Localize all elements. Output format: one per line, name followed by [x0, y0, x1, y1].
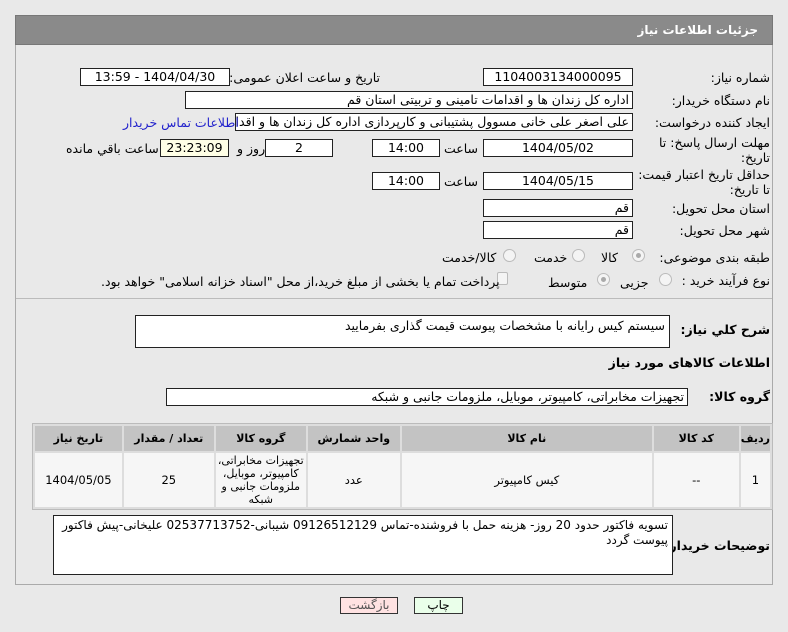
deadline-date-field: 1404/05/02 — [483, 139, 633, 157]
table-row: 1 -- کیس کامپیوتر عدد تجهیزات مخابراتی، … — [35, 453, 770, 507]
cell-group: تجهیزات مخابراتی، کامپیوتر، موبایل، ملزو… — [215, 453, 306, 507]
days-remaining-field: 2 — [265, 139, 333, 157]
category-label: طبقه بندی موضوعی: — [659, 250, 770, 265]
category-goods-label: کالا — [601, 250, 618, 265]
province-label: استان محل تحویل: — [671, 201, 770, 216]
category-both-radio[interactable] — [503, 249, 516, 262]
print-button[interactable]: چاپ — [414, 597, 463, 614]
validity-time-field: 14:00 — [372, 172, 440, 190]
goods-group-label: گروه کالا: — [709, 389, 770, 404]
goods-heading: اطلاعات کالاهای مورد نیاز — [608, 355, 770, 370]
province-field: قم — [483, 199, 633, 217]
time-remaining-field: 23:23:09 — [160, 139, 229, 157]
city-label: شهر محل تحویل: — [679, 223, 770, 238]
cell-row: 1 — [740, 453, 770, 507]
goods-group-field: تجهیزات مخابراتی، کامپیوتر، موبایل، ملزو… — [166, 388, 688, 406]
col-code: کد کالا — [653, 426, 739, 451]
process-minor-radio[interactable] — [659, 273, 672, 286]
notes-label: توضیحات خریدار: — [664, 538, 770, 553]
goods-table: ردیف کد کالا نام کالا واحد شمارش گروه کا… — [32, 423, 773, 510]
creator-field: علی اصغر علی خانی مسوول پشتیبانی و کارپر… — [235, 113, 633, 131]
validity-label: حداقل تاریخ اعتبار قیمت: تا تاریخ: — [638, 167, 770, 197]
deadline-label: مهلت ارسال پاسخ: تا تاریخ: — [659, 135, 770, 165]
col-name: نام کالا — [401, 426, 652, 451]
buyer-org-field: اداره کل زندان ها و اقدامات تامینی و ترب… — [185, 91, 633, 109]
col-row: ردیف — [740, 426, 770, 451]
process-label: نوع فرآیند خرید : — [681, 273, 770, 288]
cell-code: -- — [653, 453, 739, 507]
back-button[interactable]: بازگشت — [340, 597, 398, 614]
need-number-field: 1104003134000095 — [483, 68, 633, 86]
need-number-label: شماره نیاز: — [710, 70, 770, 85]
cell-date: 1404/05/05 — [35, 453, 122, 507]
cell-unit: عدد — [307, 453, 400, 507]
city-field: قم — [483, 221, 633, 239]
description-label: شرح کلي نياز: — [680, 322, 770, 337]
announce-label: تاریخ و ساعت اعلان عمومی: — [229, 70, 380, 85]
table-header-row: ردیف کد کالا نام کالا واحد شمارش گروه کا… — [35, 426, 770, 451]
category-both-label: کالا/خدمت — [442, 250, 497, 265]
validity-time-label: ساعت — [444, 174, 479, 189]
notes-field[interactable]: تسویه فاکتور حدود 20 روز- هزینه حمل با ف… — [53, 515, 673, 575]
cell-quantity: 25 — [123, 453, 214, 507]
col-unit: واحد شمارش — [307, 426, 400, 451]
buyer-org-label: نام دستگاه خریدار: — [671, 93, 770, 108]
divider — [16, 298, 772, 299]
deadline-time-field: 14:00 — [372, 139, 440, 157]
category-goods-radio[interactable] — [632, 249, 645, 262]
days-label: روز و — [237, 141, 266, 156]
col-quantity: تعداد / مقدار — [123, 426, 214, 451]
category-service-radio[interactable] — [572, 249, 585, 262]
process-minor-label: جزیی — [620, 275, 649, 290]
process-medium-label: متوسط — [548, 275, 588, 290]
deadline-time-label: ساعت — [444, 141, 479, 156]
buyer-contact-link[interactable]: اطلاعات تماس خریدار — [123, 115, 239, 130]
announce-field: 1404/04/30 - 13:59 — [80, 68, 230, 86]
process-medium-radio[interactable] — [597, 273, 610, 286]
creator-label: ایجاد کننده درخواست: — [654, 115, 770, 130]
col-date: تاریخ نیاز — [35, 426, 122, 451]
category-service-label: خدمت — [534, 250, 568, 265]
validity-date-field: 1404/05/15 — [483, 172, 633, 190]
col-group: گروه کالا — [215, 426, 306, 451]
treasury-note: پرداخت تمام یا بخشی از مبلغ خرید،از محل … — [101, 274, 500, 289]
description-field[interactable]: سیستم کیس رایانه با مشخصات پیوست قیمت گذ… — [135, 315, 670, 348]
page-header: جزئیات اطلاعات نیاز — [15, 15, 773, 45]
time-remaining-label: ساعت باقي مانده — [66, 141, 159, 156]
cell-name: کیس کامپیوتر — [401, 453, 652, 507]
